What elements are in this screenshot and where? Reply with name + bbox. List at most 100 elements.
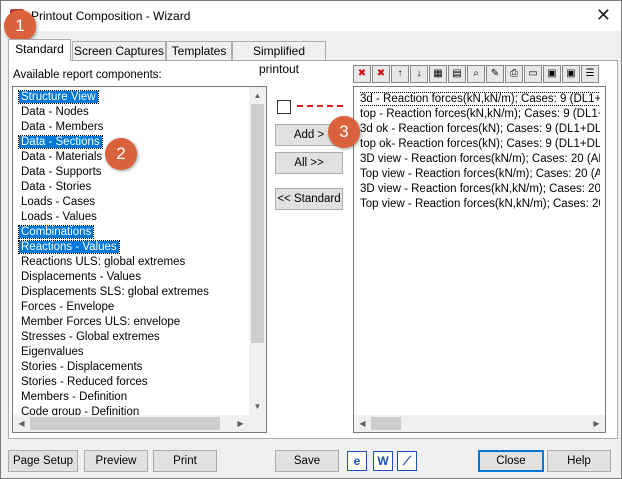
tab-screen-captures[interactable]: Screen Captures: [72, 41, 166, 60]
print-button[interactable]: Print: [153, 450, 217, 472]
scroll-left-icon[interactable]: ◀: [13, 415, 30, 432]
list-item[interactable]: Member Forces ULS: envelope: [19, 315, 249, 330]
list-item-label: Stories - Displacements: [21, 361, 143, 373]
table-settings-icon[interactable]: ▤: [448, 65, 466, 83]
callout-1: 1: [4, 10, 36, 42]
edit-icon[interactable]: ✎: [486, 65, 504, 83]
wizard-window: Printout Composition - Wizard ✕ Standard…: [0, 0, 622, 479]
save-button[interactable]: Save: [275, 450, 339, 472]
report-item-label: top - Reaction forces(kN,kN/m); Cases: 9…: [360, 108, 600, 120]
help-button[interactable]: Help: [547, 450, 611, 472]
list-item-label: Stories - Reduced forces: [21, 376, 148, 388]
report-item-label: Top view - Reaction forces(kN,kN/m); Cas…: [360, 198, 600, 210]
list-item-label: Data - Sections: [18, 135, 103, 149]
list-item-label: Eigenvalues: [21, 346, 84, 358]
list-item[interactable]: Data - Members: [19, 120, 249, 135]
list-item-label: Loads - Cases: [21, 196, 96, 208]
report-h-scroll-thumb[interactable]: [371, 417, 401, 430]
list-item[interactable]: Members - Definition: [19, 390, 249, 405]
title-bar: Printout Composition - Wizard ✕: [1, 1, 621, 31]
list-item[interactable]: Data - Stories: [19, 180, 249, 195]
page-setup-button[interactable]: Page Setup: [8, 450, 78, 472]
report-item-label: Top view - Reaction forces(kN/m); Cases:…: [360, 168, 600, 180]
list-item[interactable]: Stresses - Global extremes: [19, 330, 249, 345]
vertical-scrollbar[interactable]: ▲ ▼: [249, 87, 266, 415]
h-scroll-thumb[interactable]: [30, 417, 220, 430]
list-item-label: Loads - Values: [21, 211, 97, 223]
report-item[interactable]: top ok- Reaction forces(kN); Cases: 9 (D…: [360, 137, 600, 152]
list-item-label: Displacements - Values: [21, 271, 141, 283]
close-window-icon[interactable]: ✕: [596, 5, 611, 25]
callout-2: 2: [105, 138, 137, 170]
list-item-label: Data - Supports: [21, 166, 102, 178]
report-horizontal-scrollbar[interactable]: ◀ ▶: [354, 415, 605, 432]
list-item-label: Reactions - Values: [18, 240, 120, 254]
scroll-right-icon[interactable]: ▶: [232, 415, 249, 432]
preview-button[interactable]: Preview: [84, 450, 148, 472]
list-item[interactable]: Combinations: [17, 225, 249, 240]
tab-simplified-printout[interactable]: Simplified printout: [232, 41, 326, 76]
report-item[interactable]: 3d ok - Reaction forces(kN); Cases: 9 (D…: [360, 122, 600, 137]
list-item[interactable]: Reactions - Values: [18, 240, 249, 255]
load-template-icon[interactable]: ▣: [562, 65, 580, 83]
move-up-icon[interactable]: ↑: [391, 65, 409, 83]
list-item[interactable]: Loads - Cases: [19, 195, 249, 210]
page-break-icon[interactable]: ▭: [524, 65, 542, 83]
export-web-icon[interactable]: e: [347, 451, 367, 471]
scroll-down-icon[interactable]: ▼: [249, 398, 266, 415]
list-item-label: Members - Definition: [21, 391, 128, 403]
available-components-label: Available report components:: [13, 69, 162, 81]
list-item-label: Stresses - Global extremes: [21, 331, 160, 343]
list-item-label: Reactions ULS: global extremes: [21, 256, 186, 268]
available-components-list[interactable]: Structure View Data - Nodes Data - Members…: [12, 86, 267, 433]
print-icon[interactable]: ⎙: [505, 65, 523, 83]
list-item[interactable]: Structure View: [18, 90, 249, 105]
report-item[interactable]: Top view - Reaction forces(kN,kN/m); Cas…: [360, 197, 600, 212]
report-item-label: 3d - Reaction forces(kN,kN/m); Cases: 9 …: [360, 92, 600, 106]
preview-icon[interactable]: ⌕: [467, 65, 485, 83]
save-template-icon[interactable]: ▣: [543, 65, 561, 83]
tab-templates[interactable]: Templates: [166, 41, 232, 60]
table-format-icon[interactable]: ▦: [429, 65, 447, 83]
list-item-label: Data - Materials: [21, 151, 103, 163]
list-item-label: Member Forces ULS: envelope: [21, 316, 181, 328]
tab-standard[interactable]: Standard: [8, 39, 71, 61]
list-item[interactable]: Reactions ULS: global extremes: [19, 255, 249, 270]
list-item[interactable]: Forces - Envelope: [19, 300, 249, 315]
horizontal-scrollbar[interactable]: ◀ ▶: [13, 415, 249, 432]
page-break-checkbox[interactable]: [277, 100, 291, 114]
standard-button[interactable]: << Standard: [275, 188, 343, 210]
list-item[interactable]: Stories - Reduced forces: [19, 375, 249, 390]
delete-all-icon[interactable]: ✖: [372, 65, 390, 83]
list-item[interactable]: Eigenvalues: [19, 345, 249, 360]
list-item[interactable]: Displacements - Values: [19, 270, 249, 285]
list-item[interactable]: Displacements SLS: global extremes: [19, 285, 249, 300]
report-item[interactable]: 3d - Reaction forces(kN,kN/m); Cases: 9 …: [360, 92, 600, 107]
report-item[interactable]: top - Reaction forces(kN,kN/m); Cases: 9…: [360, 107, 600, 122]
report-composition-list[interactable]: 3d - Reaction forces(kN,kN/m); Cases: 9 …: [353, 86, 606, 433]
list-item[interactable]: Stories - Displacements: [19, 360, 249, 375]
delete-icon[interactable]: ✖: [353, 65, 371, 83]
list-item[interactable]: Data - Supports: [19, 165, 249, 180]
list-view-icon[interactable]: ☰: [581, 65, 599, 83]
scroll-thumb[interactable]: [251, 104, 264, 343]
scroll-up-icon[interactable]: ▲: [249, 87, 266, 104]
report-scroll-left-icon[interactable]: ◀: [354, 415, 371, 432]
report-scroll-right-icon[interactable]: ▶: [588, 415, 605, 432]
report-item[interactable]: Top view - Reaction forces(kN/m); Cases:…: [360, 167, 600, 182]
list-item-label: Combinations: [17, 225, 95, 239]
export-word-icon[interactable]: W: [373, 451, 393, 471]
list-item[interactable]: Data - Nodes: [19, 105, 249, 120]
all-button[interactable]: All >>: [275, 152, 343, 174]
list-item-label: Data - Members: [21, 121, 104, 133]
list-item-label: Structure View: [18, 90, 99, 104]
list-item[interactable]: Loads - Values: [19, 210, 249, 225]
report-item[interactable]: 3D view - Reaction forces(kN,kN/m); Case…: [360, 182, 600, 197]
move-down-icon[interactable]: ↓: [410, 65, 428, 83]
available-items: Structure View Data - Nodes Data - Members…: [17, 90, 249, 420]
close-button[interactable]: Close: [478, 450, 544, 472]
report-item[interactable]: 3D view - Reaction forces(kN/m); Cases: …: [360, 152, 600, 167]
report-item-label: 3D view - Reaction forces(kN,kN/m); Case…: [360, 183, 600, 195]
callout-3: 3: [328, 116, 360, 148]
export-chart-icon[interactable]: ⟋: [397, 451, 417, 471]
